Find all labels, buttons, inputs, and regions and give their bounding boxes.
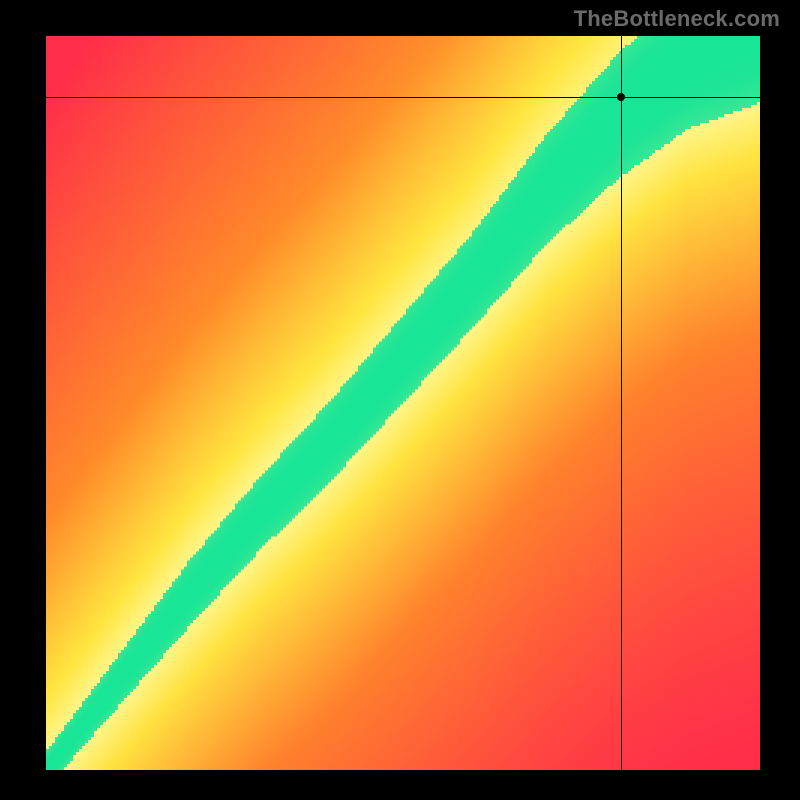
crosshair-horizontal [46,97,760,98]
bottleneck-heatmap-chart: TheBottleneck.com [0,0,800,800]
crosshair-marker-dot [617,93,625,101]
crosshair-vertical [621,36,622,770]
watermark-text: TheBottleneck.com [574,6,780,32]
heatmap-canvas [46,36,760,770]
